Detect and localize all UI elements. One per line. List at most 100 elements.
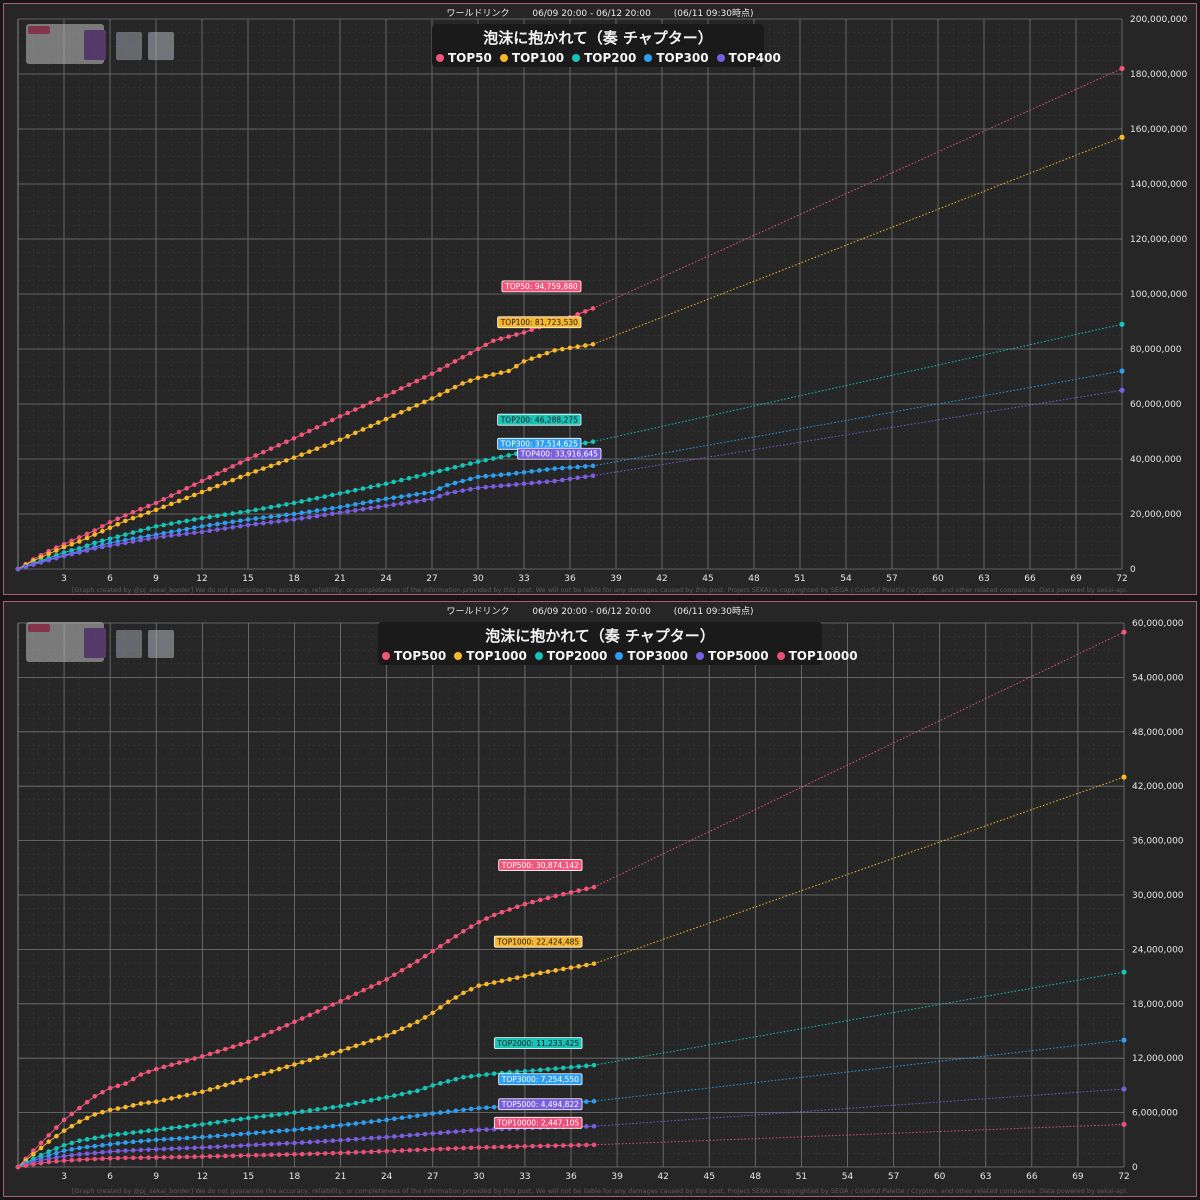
event-logo [26,24,186,66]
data-point [437,468,442,474]
projection-line [593,1039,1125,1102]
y-tick-label: 36,000,000 [1132,837,1184,847]
data-point [522,1144,528,1149]
data-point [284,1141,290,1146]
callout-label: TOP200: 46,288,275 [500,416,578,425]
data-point [292,1152,297,1157]
legend-marker [776,652,785,660]
data-point [238,1153,244,1158]
data-point [530,972,535,977]
data-point [584,1099,589,1104]
callout-label: TOP10000: 2,447,105 [496,1119,579,1128]
data-point [414,378,419,384]
data-point [184,1145,190,1151]
data-point [123,513,128,518]
data-point [361,987,366,993]
data-point [368,400,373,405]
data-point [452,489,458,495]
legend-label: TOP1000 [466,649,527,663]
x-tick-label: 69 [1072,1172,1084,1182]
data-point [422,399,427,405]
data-point [414,498,419,504]
data-point [376,1149,382,1154]
data-point [591,1142,597,1148]
data-point [368,484,373,490]
data-point [238,1041,244,1047]
data-point [54,548,59,553]
data-point [438,1130,443,1136]
data-point [276,1026,282,1031]
data-point [384,1148,389,1154]
data-point [537,468,542,473]
data-point [261,520,266,526]
data-point [92,532,97,537]
data-point [215,1084,220,1090]
data-point [23,564,28,570]
data-point [46,551,51,557]
data-point [360,427,366,432]
data-point [584,1142,589,1148]
data-point [345,1150,351,1155]
data-point [353,1100,359,1106]
data-point [337,414,343,419]
data-point [38,1145,44,1151]
data-point [561,966,566,972]
data-point [292,1019,297,1025]
data-point [514,1144,520,1149]
data-point [460,463,465,468]
data-point [376,1035,382,1041]
data-point [69,1147,75,1152]
data-point [429,396,435,401]
callout-top400: TOP400: 33,916,645 [517,447,602,460]
legend-marker [534,652,543,660]
data-point [230,519,235,525]
data-point [284,1128,290,1133]
data-point [307,509,312,515]
data-point [115,541,120,547]
data-point [123,1104,128,1110]
data-point [475,485,481,491]
data-point [392,1029,397,1035]
data-point [238,510,243,515]
data-point [576,964,581,969]
data-point [537,1067,543,1073]
data-point [169,521,174,526]
data-point [176,532,182,537]
data-point [322,1138,328,1144]
data-point [100,524,105,529]
data-point [383,393,389,399]
data-point [514,904,520,910]
data-point [284,512,289,518]
data-point [184,495,189,501]
data-point [307,514,312,520]
data-point [138,1072,144,1077]
data-point [406,475,412,481]
data-point [130,530,136,535]
data-point [161,1146,167,1152]
legend-item-top500: TOP500 [382,649,446,663]
data-point [590,473,596,479]
data-point [391,413,396,418]
data-point [338,1103,343,1109]
legend-label: TOP50 [448,51,492,65]
data-point [399,1133,405,1139]
data-point [38,560,44,565]
data-point [161,1155,167,1160]
data-point [491,473,496,478]
data-point [38,1140,44,1146]
data-point [438,1081,443,1086]
data-point [453,1108,459,1114]
data-point [383,503,389,509]
data-point [345,1137,351,1143]
data-point [115,1148,121,1154]
data-point [123,518,128,524]
data-point [468,350,473,356]
data-point [207,514,212,520]
projection-line [593,971,1125,1066]
data-point [169,493,174,498]
data-point [246,1039,251,1045]
data-point [84,1099,90,1105]
data-point [215,1144,220,1150]
data-point [353,487,358,493]
projection-point [1121,629,1127,635]
